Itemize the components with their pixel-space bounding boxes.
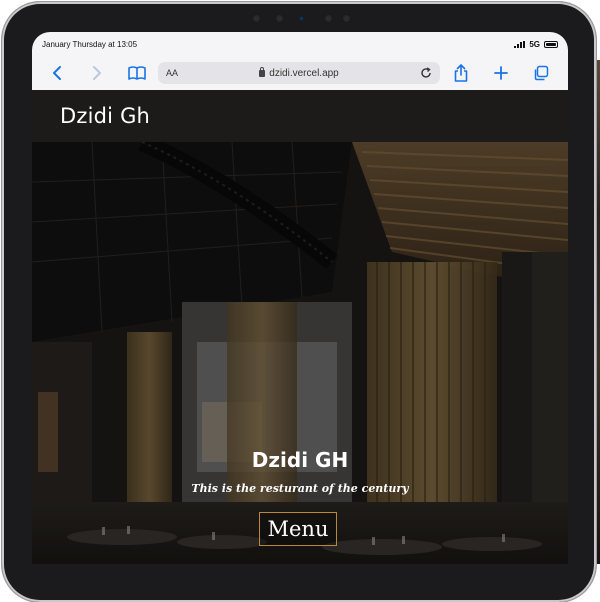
camera-icon <box>299 16 304 21</box>
sensor-icon <box>342 14 351 23</box>
text-size-button[interactable]: AA <box>166 68 178 78</box>
url-text: dzidi.vercel.app <box>269 67 339 79</box>
address-bar[interactable]: AA dzidi.vercel.app <box>158 62 440 84</box>
new-tab-icon[interactable] <box>490 62 512 84</box>
brand-logo-text[interactable]: Dzidi Gh <box>60 104 150 128</box>
back-icon[interactable] <box>46 62 68 84</box>
status-bar: January Thursday at 13:05 5G <box>32 32 568 56</box>
reload-icon[interactable] <box>420 67 432 79</box>
sensor-icon <box>252 14 261 23</box>
lock-icon <box>259 66 266 77</box>
hero-section: Dzidi GH This is the resturant of the ce… <box>32 142 568 564</box>
camera-bar <box>2 12 596 26</box>
share-icon[interactable] <box>450 62 472 84</box>
browser-toolbar: AA dzidi.vercel.app <box>32 56 568 91</box>
network-label: 5G <box>529 39 540 49</box>
screen: January Thursday at 13:05 5G AA dzidi.ve… <box>32 32 568 564</box>
site-header: Dzidi Gh <box>32 90 568 142</box>
status-indicators: 5G <box>514 40 558 49</box>
hero-subtitle: This is the resturant of the century <box>191 482 409 495</box>
sensor-icon <box>324 14 333 23</box>
sensor-icon <box>275 14 284 23</box>
status-datetime: January Thursday at 13:05 <box>42 39 138 49</box>
signal-icon <box>514 40 526 48</box>
hero-title: Dzidi GH <box>251 448 349 472</box>
bookmarks-icon[interactable] <box>126 62 148 84</box>
menu-button[interactable]: Menu <box>259 512 337 546</box>
forward-icon[interactable] <box>86 62 108 84</box>
url-display[interactable]: dzidi.vercel.app <box>178 66 420 79</box>
restaurant-interior-photo <box>32 142 568 564</box>
tabs-icon[interactable] <box>530 62 552 84</box>
battery-icon <box>544 40 558 48</box>
